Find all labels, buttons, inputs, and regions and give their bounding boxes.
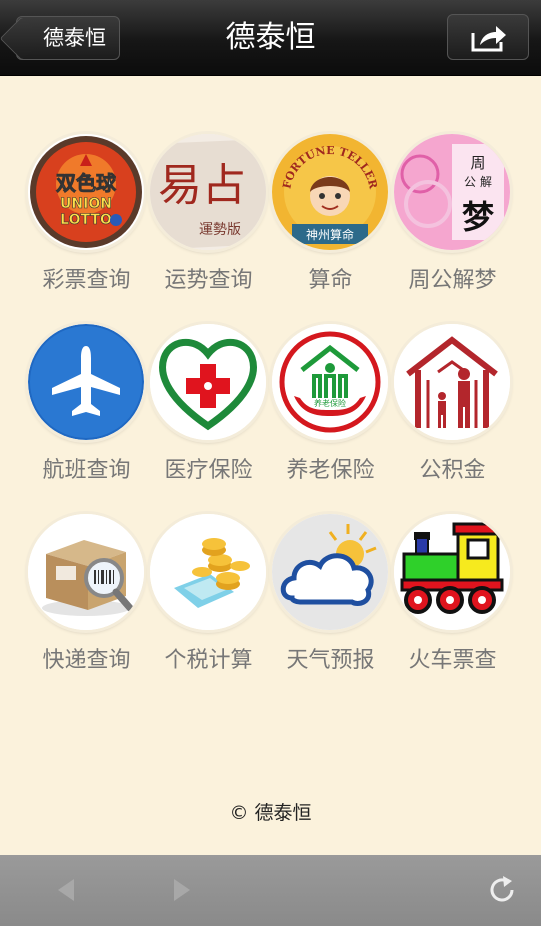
tile-label: 医疗保险 xyxy=(164,458,253,483)
dream-char-2: 公 xyxy=(464,175,476,189)
browser-toolbar xyxy=(0,855,541,926)
navigation-bar: 德泰恒 德泰恒 xyxy=(0,0,541,76)
tile-tax[interactable]: 个税计算 xyxy=(148,514,269,694)
share-button[interactable] xyxy=(447,14,529,60)
fortune-title: 易占 xyxy=(158,160,246,211)
lottery-icon: 双色球 UNION LOTTO xyxy=(28,134,144,250)
arrow-right-icon xyxy=(174,879,190,901)
tile-train[interactable]: 火车票查 xyxy=(392,514,513,694)
lottery-union: UNION xyxy=(60,196,112,212)
tile-medical[interactable]: 医疗保险 xyxy=(148,324,269,504)
pension-icon-text: 养老保险 xyxy=(314,398,346,408)
tile-fortune[interactable]: 易占 運勢版 运势查询 xyxy=(148,134,269,314)
dream-char-4: 梦 xyxy=(462,198,494,236)
browser-forward-button[interactable] xyxy=(170,875,194,909)
tile-label: 运势查询 xyxy=(164,268,253,293)
tile-lottery[interactable]: 双色球 UNION LOTTO 彩票查询 xyxy=(26,134,147,314)
tile-fortune-teller[interactable]: FORTUNE TELLER 神州算命 算命 xyxy=(270,134,391,314)
teller-bottom-text: 神州算命 xyxy=(306,227,354,242)
tile-pension[interactable]: 养老保险 养老保险 xyxy=(270,324,391,504)
tile-label: 算命 xyxy=(308,268,353,293)
tile-express[interactable]: 快递查询 xyxy=(26,514,147,694)
tile-label: 火车票查 xyxy=(408,648,497,673)
dream-icon: 周 公 解 梦 xyxy=(394,134,510,250)
tile-housing-fund[interactable]: 公积金 xyxy=(392,324,513,504)
express-icon xyxy=(28,514,144,630)
fortune-subtitle: 運勢版 xyxy=(199,222,241,238)
arrow-left-icon xyxy=(58,879,74,901)
tile-label: 快递查询 xyxy=(42,648,131,673)
fortune-teller-icon: FORTUNE TELLER 神州算命 xyxy=(272,134,388,250)
tile-label: 周公解梦 xyxy=(408,268,497,293)
tax-icon xyxy=(150,514,266,630)
tile-label: 航班查询 xyxy=(42,458,131,483)
pension-icon: 养老保险 xyxy=(272,324,388,440)
train-icon xyxy=(394,514,510,630)
tile-flight[interactable]: 航班查询 xyxy=(26,324,147,504)
lottery-lotto: LOTTO xyxy=(60,212,112,228)
refresh-button[interactable] xyxy=(488,875,518,909)
tile-dream[interactable]: 周 公 解 梦 周公解梦 xyxy=(392,134,513,314)
lottery-title: 双色球 xyxy=(56,171,117,195)
tile-label: 彩票查询 xyxy=(42,268,131,293)
fortune-icon: 易占 運勢版 xyxy=(150,134,266,250)
tile-weather[interactable]: 天气预报 xyxy=(270,514,391,694)
airplane-icon xyxy=(28,324,144,440)
copyright-footer: © 德泰恒 xyxy=(229,802,312,824)
housing-fund-icon xyxy=(394,324,510,440)
weather-icon xyxy=(272,514,388,630)
dream-char-1: 周 xyxy=(470,154,485,172)
browser-back-button[interactable] xyxy=(54,875,78,909)
tile-label: 公积金 xyxy=(419,458,486,483)
tile-label: 天气预报 xyxy=(286,648,375,673)
dream-char-3: 解 xyxy=(480,175,492,189)
medical-icon xyxy=(150,324,266,440)
share-icon xyxy=(471,26,506,52)
tile-label: 个税计算 xyxy=(164,648,253,673)
refresh-icon xyxy=(490,876,514,902)
tile-label: 养老保险 xyxy=(286,458,375,483)
